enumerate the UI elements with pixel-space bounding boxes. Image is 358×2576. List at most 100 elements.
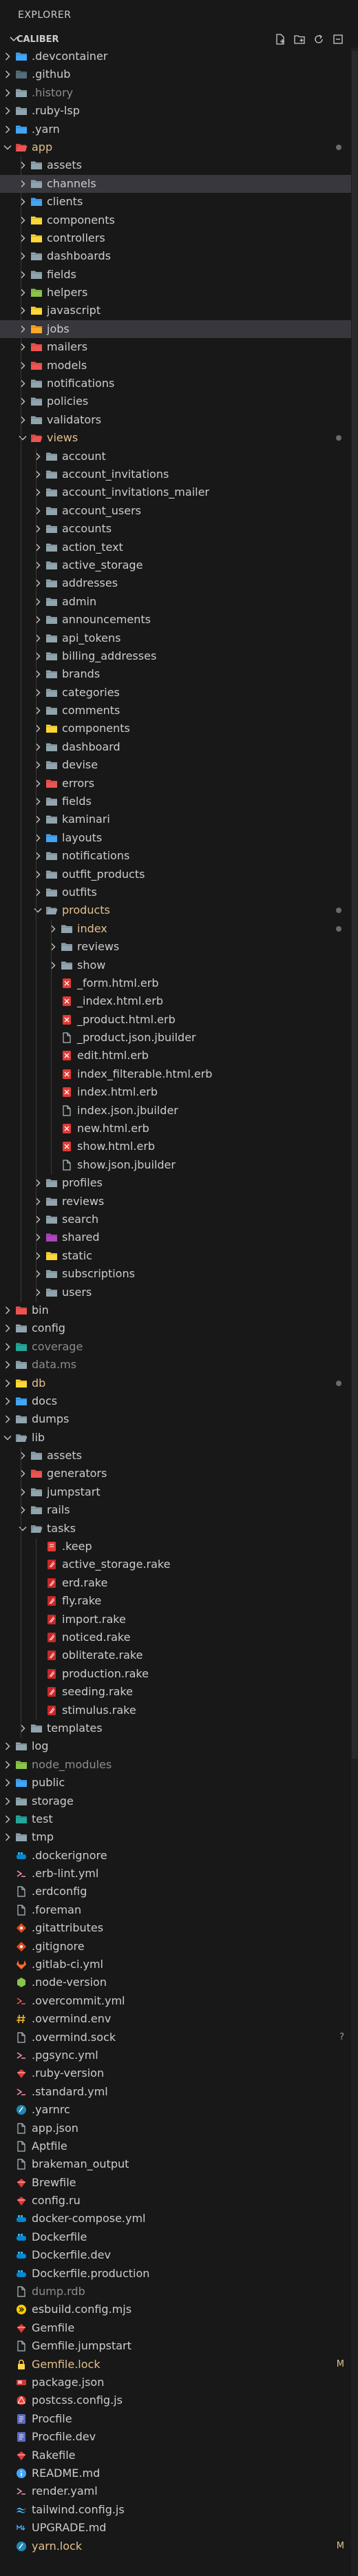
chevron-right-icon[interactable] [33, 815, 43, 824]
file-index-filterable-html-erb[interactable]: index_filterable.html.erb [0, 1065, 358, 1083]
folder-fields[interactable]: fields [0, 266, 358, 284]
chevron-right-icon[interactable] [33, 706, 43, 715]
chevron-right-icon[interactable] [33, 470, 43, 479]
chevron-right-icon[interactable] [33, 669, 43, 679]
file-render-yaml[interactable]: render.yaml [0, 2482, 358, 2500]
chevron-right-icon[interactable] [3, 106, 12, 116]
folder-notifications[interactable]: notifications [0, 847, 358, 865]
file-package-json[interactable]: package.json [0, 2374, 358, 2391]
file-product-html-erb[interactable]: _product.html.erb [0, 1011, 358, 1029]
file-form-html-erb[interactable]: _form.html.erb [0, 974, 358, 992]
folder-fields[interactable]: fields [0, 793, 358, 810]
file-erdconfig[interactable]: .erdconfig [0, 1883, 358, 1900]
file-dockerfile[interactable]: Dockerfile [0, 2228, 358, 2246]
file-postcss-config-js[interactable]: postcss.config.js [0, 2391, 358, 2409]
file-yarn-lock[interactable]: yarn.lock M [0, 2537, 358, 2555]
file-dump-rdb[interactable]: dump.rdb [0, 2283, 358, 2301]
file-import-rake[interactable]: import.rake [0, 1611, 358, 1629]
folder-active-storage[interactable]: active_storage [0, 556, 358, 574]
chevron-right-icon[interactable] [3, 125, 12, 134]
folder-categories[interactable]: categories [0, 684, 358, 702]
folder-mailers[interactable]: mailers [0, 338, 358, 356]
file-procfile-dev[interactable]: Procfile.dev [0, 2428, 358, 2446]
folder-channels[interactable]: channels [0, 174, 358, 193]
file-overmind-sock[interactable]: .overmind.sock? [0, 2029, 358, 2046]
chevron-right-icon[interactable] [3, 70, 12, 79]
chevron-right-icon[interactable] [3, 52, 12, 61]
chevron-right-icon[interactable] [33, 1288, 43, 1297]
chevron-right-icon[interactable] [33, 688, 43, 698]
chevron-down-icon[interactable] [33, 905, 43, 915]
folder-outfit-products[interactable]: outfit_products [0, 866, 358, 883]
chevron-down-icon[interactable] [3, 1433, 12, 1443]
folder-shared[interactable]: shared [0, 1228, 358, 1246]
chevron-right-icon[interactable] [33, 1178, 43, 1188]
folder-addresses[interactable]: addresses [0, 574, 358, 592]
chevron-right-icon[interactable] [18, 1487, 28, 1497]
file-fly-rake[interactable]: fly.rake [0, 1592, 358, 1610]
folder-views[interactable]: views [0, 429, 358, 447]
file-overmind-env[interactable]: .overmind.env [0, 2010, 358, 2028]
folder-ruby-lsp[interactable]: .ruby-lsp [0, 102, 358, 120]
folder-node-modules[interactable]: node_modules [0, 1756, 358, 1774]
folder-test[interactable]: test [0, 1810, 358, 1828]
folder-rails[interactable]: rails [0, 1501, 358, 1519]
file-gemfile-jumpstart[interactable]: Gemfile.jumpstart [0, 2337, 358, 2355]
folder-comments[interactable]: comments [0, 702, 358, 720]
folder-account[interactable]: account [0, 448, 358, 465]
chevron-right-icon[interactable] [18, 415, 28, 425]
chevron-right-icon[interactable] [33, 597, 43, 607]
folder-db[interactable]: db [0, 1374, 358, 1392]
chevron-down-icon[interactable] [18, 1524, 28, 1533]
chevron-right-icon[interactable] [3, 1396, 12, 1406]
folder-log[interactable]: log [0, 1737, 358, 1755]
folder-jumpstart[interactable]: jumpstart [0, 1483, 358, 1501]
folder-reviews[interactable]: reviews [0, 938, 358, 956]
folder-tasks[interactable]: tasks [0, 1520, 358, 1538]
file-config-ru[interactable]: config.ru [0, 2192, 358, 2210]
folder-devcontainer[interactable]: .devcontainer [0, 48, 358, 65]
folder-jobs[interactable]: jobs [0, 320, 358, 339]
folder-action-text[interactable]: action_text [0, 538, 358, 556]
chevron-right-icon[interactable] [18, 233, 28, 243]
file-dockerfile-dev[interactable]: Dockerfile.dev [0, 2246, 358, 2264]
chevron-right-icon[interactable] [33, 633, 43, 643]
chevron-right-icon[interactable] [3, 1323, 12, 1333]
chevron-right-icon[interactable] [33, 561, 43, 570]
chevron-right-icon[interactable] [3, 1306, 12, 1315]
folder-yarn[interactable]: .yarn [0, 121, 358, 138]
folder-notifications[interactable]: notifications [0, 375, 358, 392]
file-aptfile[interactable]: Aptfile [0, 2137, 358, 2155]
chevron-right-icon[interactable] [33, 524, 43, 534]
chevron-right-icon[interactable] [18, 216, 28, 225]
folder-components[interactable]: components [0, 211, 358, 229]
folder-search[interactable]: search [0, 1211, 358, 1228]
chevron-right-icon[interactable] [18, 1451, 28, 1460]
chevron-right-icon[interactable] [18, 160, 28, 170]
file-production-rake[interactable]: production.rake [0, 1665, 358, 1683]
folder-javascript[interactable]: javascript [0, 302, 358, 320]
chevron-right-icon[interactable] [33, 488, 43, 497]
chevron-right-icon[interactable] [33, 506, 43, 516]
folder-accounts[interactable]: accounts [0, 520, 358, 538]
file-stimulus-rake[interactable]: stimulus.rake [0, 1701, 358, 1719]
chevron-right-icon[interactable] [33, 888, 43, 897]
chevron-right-icon[interactable] [33, 742, 43, 752]
file-rakefile[interactable]: Rakefile [0, 2447, 358, 2464]
folder-kaminari[interactable]: kaminari [0, 810, 358, 828]
file-new-html-erb[interactable]: new.html.erb [0, 1120, 358, 1138]
folder-users[interactable]: users [0, 1284, 358, 1301]
folder-devise[interactable]: devise [0, 756, 358, 774]
chevron-right-icon[interactable] [18, 342, 28, 352]
folder-clients[interactable]: clients [0, 193, 358, 211]
chevron-right-icon[interactable] [3, 1778, 12, 1788]
folder-assets[interactable]: assets [0, 156, 358, 174]
chevron-right-icon[interactable] [18, 379, 28, 388]
chevron-right-icon[interactable] [18, 197, 28, 207]
chevron-right-icon[interactable] [18, 397, 28, 406]
file-edit-html-erb[interactable]: edit.html.erb [0, 1047, 358, 1065]
chevron-right-icon[interactable] [3, 1797, 12, 1806]
folder-controllers[interactable]: controllers [0, 229, 358, 247]
chevron-right-icon[interactable] [33, 851, 43, 861]
chevron-right-icon[interactable] [33, 1233, 43, 1242]
